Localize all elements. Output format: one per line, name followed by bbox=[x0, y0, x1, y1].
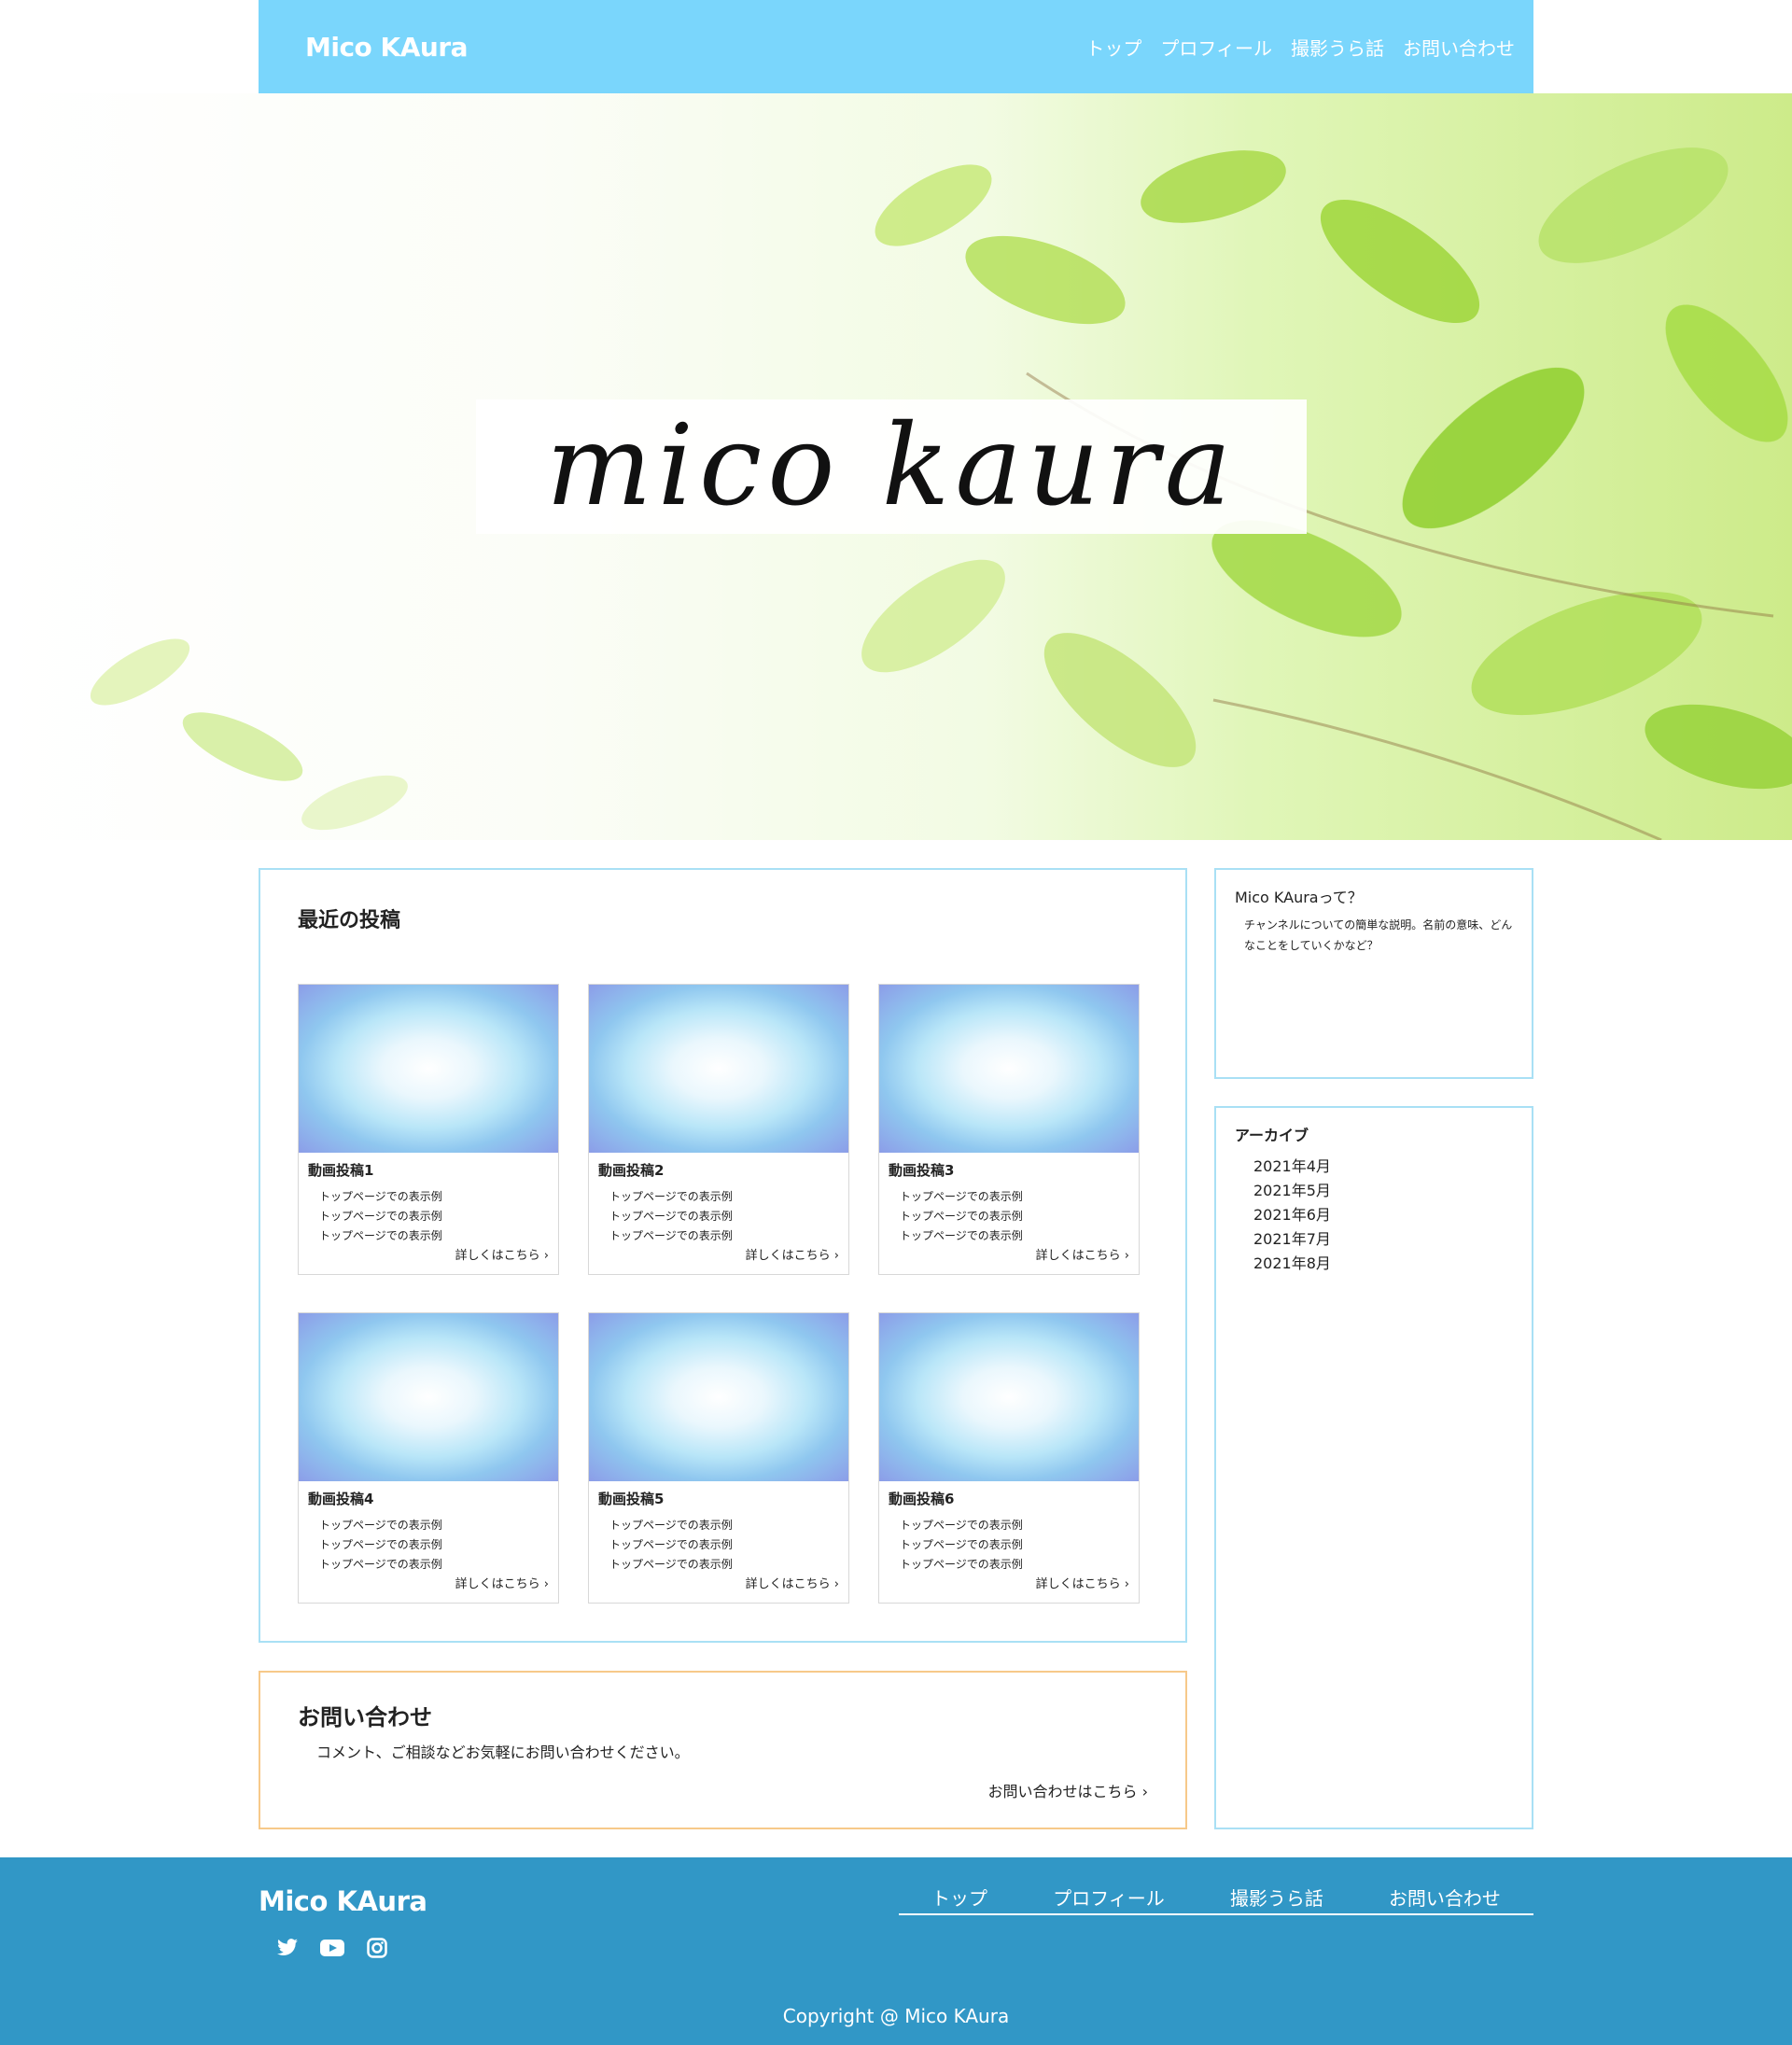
contact-link[interactable]: お問い合わせはこちら › bbox=[988, 1779, 1149, 1801]
recent-posts-heading: 最近の投稿 bbox=[298, 909, 401, 932]
post-read-more-link[interactable]: 詳しくはこちら › bbox=[746, 1245, 839, 1263]
post-title: 動画投稿6 bbox=[889, 1491, 955, 1507]
archive-item[interactable]: 2021年7月 bbox=[1253, 1227, 1513, 1252]
recent-posts-panel: 最近の投稿 動画投稿1 トップページでの表示例 トップページでの表示例 トップペ… bbox=[259, 868, 1187, 1643]
footer-nav-profile[interactable]: プロフィール bbox=[1053, 1884, 1165, 1913]
post-excerpt-line: トップページでの表示例 bbox=[319, 1210, 442, 1223]
post-excerpt-line: トップページでの表示例 bbox=[319, 1190, 442, 1203]
post-excerpt-line: トップページでの表示例 bbox=[609, 1229, 733, 1242]
post-title: 動画投稿1 bbox=[308, 1162, 374, 1179]
footer-nav-behind-the-scenes[interactable]: 撮影うら話 bbox=[1230, 1884, 1323, 1913]
post-title: 動画投稿5 bbox=[598, 1491, 665, 1507]
site-logo[interactable]: Mico KAura bbox=[305, 32, 469, 63]
site-header: Mico KAura トップ プロフィール 撮影うら話 お問い合わせ bbox=[259, 0, 1533, 93]
header-nav: トップ プロフィール 撮影うら話 お問い合わせ bbox=[1085, 34, 1515, 61]
post-card[interactable]: 動画投稿3 トップページでの表示例 トップページでの表示例 トップページでの表示… bbox=[878, 984, 1140, 1275]
post-title: 動画投稿4 bbox=[308, 1491, 374, 1507]
post-title: 動画投稿2 bbox=[598, 1162, 665, 1179]
contact-heading: お問い合わせ bbox=[298, 1704, 432, 1730]
post-thumbnail[interactable] bbox=[299, 1313, 558, 1481]
post-read-more-link[interactable]: 詳しくはこちら › bbox=[455, 1245, 549, 1263]
post-read-more-link[interactable]: 詳しくはこちら › bbox=[746, 1574, 839, 1591]
post-excerpt-line: トップページでの表示例 bbox=[609, 1538, 733, 1551]
archive-item[interactable]: 2021年8月 bbox=[1253, 1252, 1513, 1276]
post-read-more-link[interactable]: 詳しくはこちら › bbox=[455, 1574, 549, 1591]
archive-item[interactable]: 2021年5月 bbox=[1253, 1179, 1513, 1203]
post-card[interactable]: 動画投稿6 トップページでの表示例 トップページでの表示例 トップページでの表示… bbox=[878, 1312, 1140, 1604]
footer-nav-contact[interactable]: お問い合わせ bbox=[1389, 1884, 1501, 1913]
post-excerpt-line: トップページでの表示例 bbox=[319, 1538, 442, 1551]
post-excerpt-line: トップページでの表示例 bbox=[900, 1538, 1023, 1551]
post-title: 動画投稿3 bbox=[889, 1162, 955, 1179]
post-excerpt-line: トップページでの表示例 bbox=[319, 1229, 442, 1242]
archive-title: アーカイブ bbox=[1235, 1127, 1309, 1144]
post-excerpt-line: トップページでの表示例 bbox=[900, 1229, 1023, 1242]
instagram-icon[interactable] bbox=[365, 1936, 389, 1960]
post-excerpt-line: トップページでの表示例 bbox=[900, 1519, 1023, 1532]
footer-logo[interactable]: Mico KAura bbox=[259, 1885, 427, 1917]
post-excerpt-line: トップページでの表示例 bbox=[900, 1558, 1023, 1571]
sidebar-archive-panel: アーカイブ 2021年4月 2021年5月 2021年6月 2021年7月 20… bbox=[1214, 1106, 1533, 1829]
hero-title: mico kaura bbox=[545, 401, 1238, 531]
copyright: Copyright @ Mico KAura bbox=[782, 2005, 1010, 2027]
about-text: チャンネルについての簡単な説明。名前の意味、どんなことをしていくかなど？ bbox=[1244, 918, 1513, 952]
post-read-more-link[interactable]: 詳しくはこちら › bbox=[1036, 1245, 1129, 1263]
post-thumbnail[interactable] bbox=[299, 985, 558, 1153]
nav-behind-the-scenes[interactable]: 撮影うら話 bbox=[1291, 34, 1384, 61]
post-excerpt-line: トップページでの表示例 bbox=[319, 1519, 442, 1532]
post-card[interactable]: 動画投稿5 トップページでの表示例 トップページでの表示例 トップページでの表示… bbox=[588, 1312, 849, 1604]
post-card[interactable]: 動画投稿2 トップページでの表示例 トップページでの表示例 トップページでの表示… bbox=[588, 984, 849, 1275]
post-thumbnail[interactable] bbox=[589, 1313, 848, 1481]
post-excerpt-line: トップページでの表示例 bbox=[609, 1558, 733, 1571]
nav-top[interactable]: トップ bbox=[1085, 34, 1141, 61]
post-card[interactable]: 動画投稿1 トップページでの表示例 トップページでの表示例 トップページでの表示… bbox=[298, 984, 559, 1275]
youtube-icon[interactable] bbox=[320, 1936, 344, 1960]
site-footer: Mico KAura トップ プロフィール 撮影うら話 お問い合わせ Copyr… bbox=[0, 1857, 1792, 2045]
archive-item[interactable]: 2021年6月 bbox=[1253, 1203, 1513, 1227]
post-card[interactable]: 動画投稿4 トップページでの表示例 トップページでの表示例 トップページでの表示… bbox=[298, 1312, 559, 1604]
nav-contact[interactable]: お問い合わせ bbox=[1403, 34, 1515, 61]
hero-banner: mico kaura bbox=[0, 93, 1792, 840]
post-thumbnail[interactable] bbox=[879, 985, 1139, 1153]
post-excerpt-line: トップページでの表示例 bbox=[609, 1190, 733, 1203]
nav-profile[interactable]: プロフィール bbox=[1160, 34, 1272, 61]
post-excerpt-line: トップページでの表示例 bbox=[900, 1190, 1023, 1203]
about-title: Mico KAuraって？ bbox=[1235, 889, 1363, 906]
footer-nav-top[interactable]: トップ bbox=[931, 1884, 987, 1913]
footer-nav: トップ プロフィール 撮影うら話 お問い合わせ bbox=[899, 1884, 1533, 1915]
archive-list: 2021年4月 2021年5月 2021年6月 2021年7月 2021年8月 bbox=[1253, 1155, 1513, 1276]
contact-panel: お問い合わせ コメント、ご相談などお気軽にお問い合わせください。 お問い合わせは… bbox=[259, 1671, 1187, 1829]
social-links bbox=[275, 1936, 389, 1960]
post-thumbnail[interactable] bbox=[879, 1313, 1139, 1481]
post-thumbnail[interactable] bbox=[589, 985, 848, 1153]
sidebar-about-panel: Mico KAuraって？ チャンネルについての簡単な説明。名前の意味、どんなこ… bbox=[1214, 868, 1533, 1079]
contact-description: コメント、ご相談などお気軽にお問い合わせください。 bbox=[316, 1744, 690, 1761]
post-excerpt-line: トップページでの表示例 bbox=[319, 1558, 442, 1571]
hero-title-box: mico kaura bbox=[476, 399, 1307, 534]
post-read-more-link[interactable]: 詳しくはこちら › bbox=[1036, 1574, 1129, 1591]
post-excerpt-line: トップページでの表示例 bbox=[609, 1210, 733, 1223]
archive-item[interactable]: 2021年4月 bbox=[1253, 1155, 1513, 1179]
post-excerpt-line: トップページでの表示例 bbox=[609, 1519, 733, 1532]
twitter-icon[interactable] bbox=[275, 1936, 300, 1960]
post-excerpt-line: トップページでの表示例 bbox=[900, 1210, 1023, 1223]
